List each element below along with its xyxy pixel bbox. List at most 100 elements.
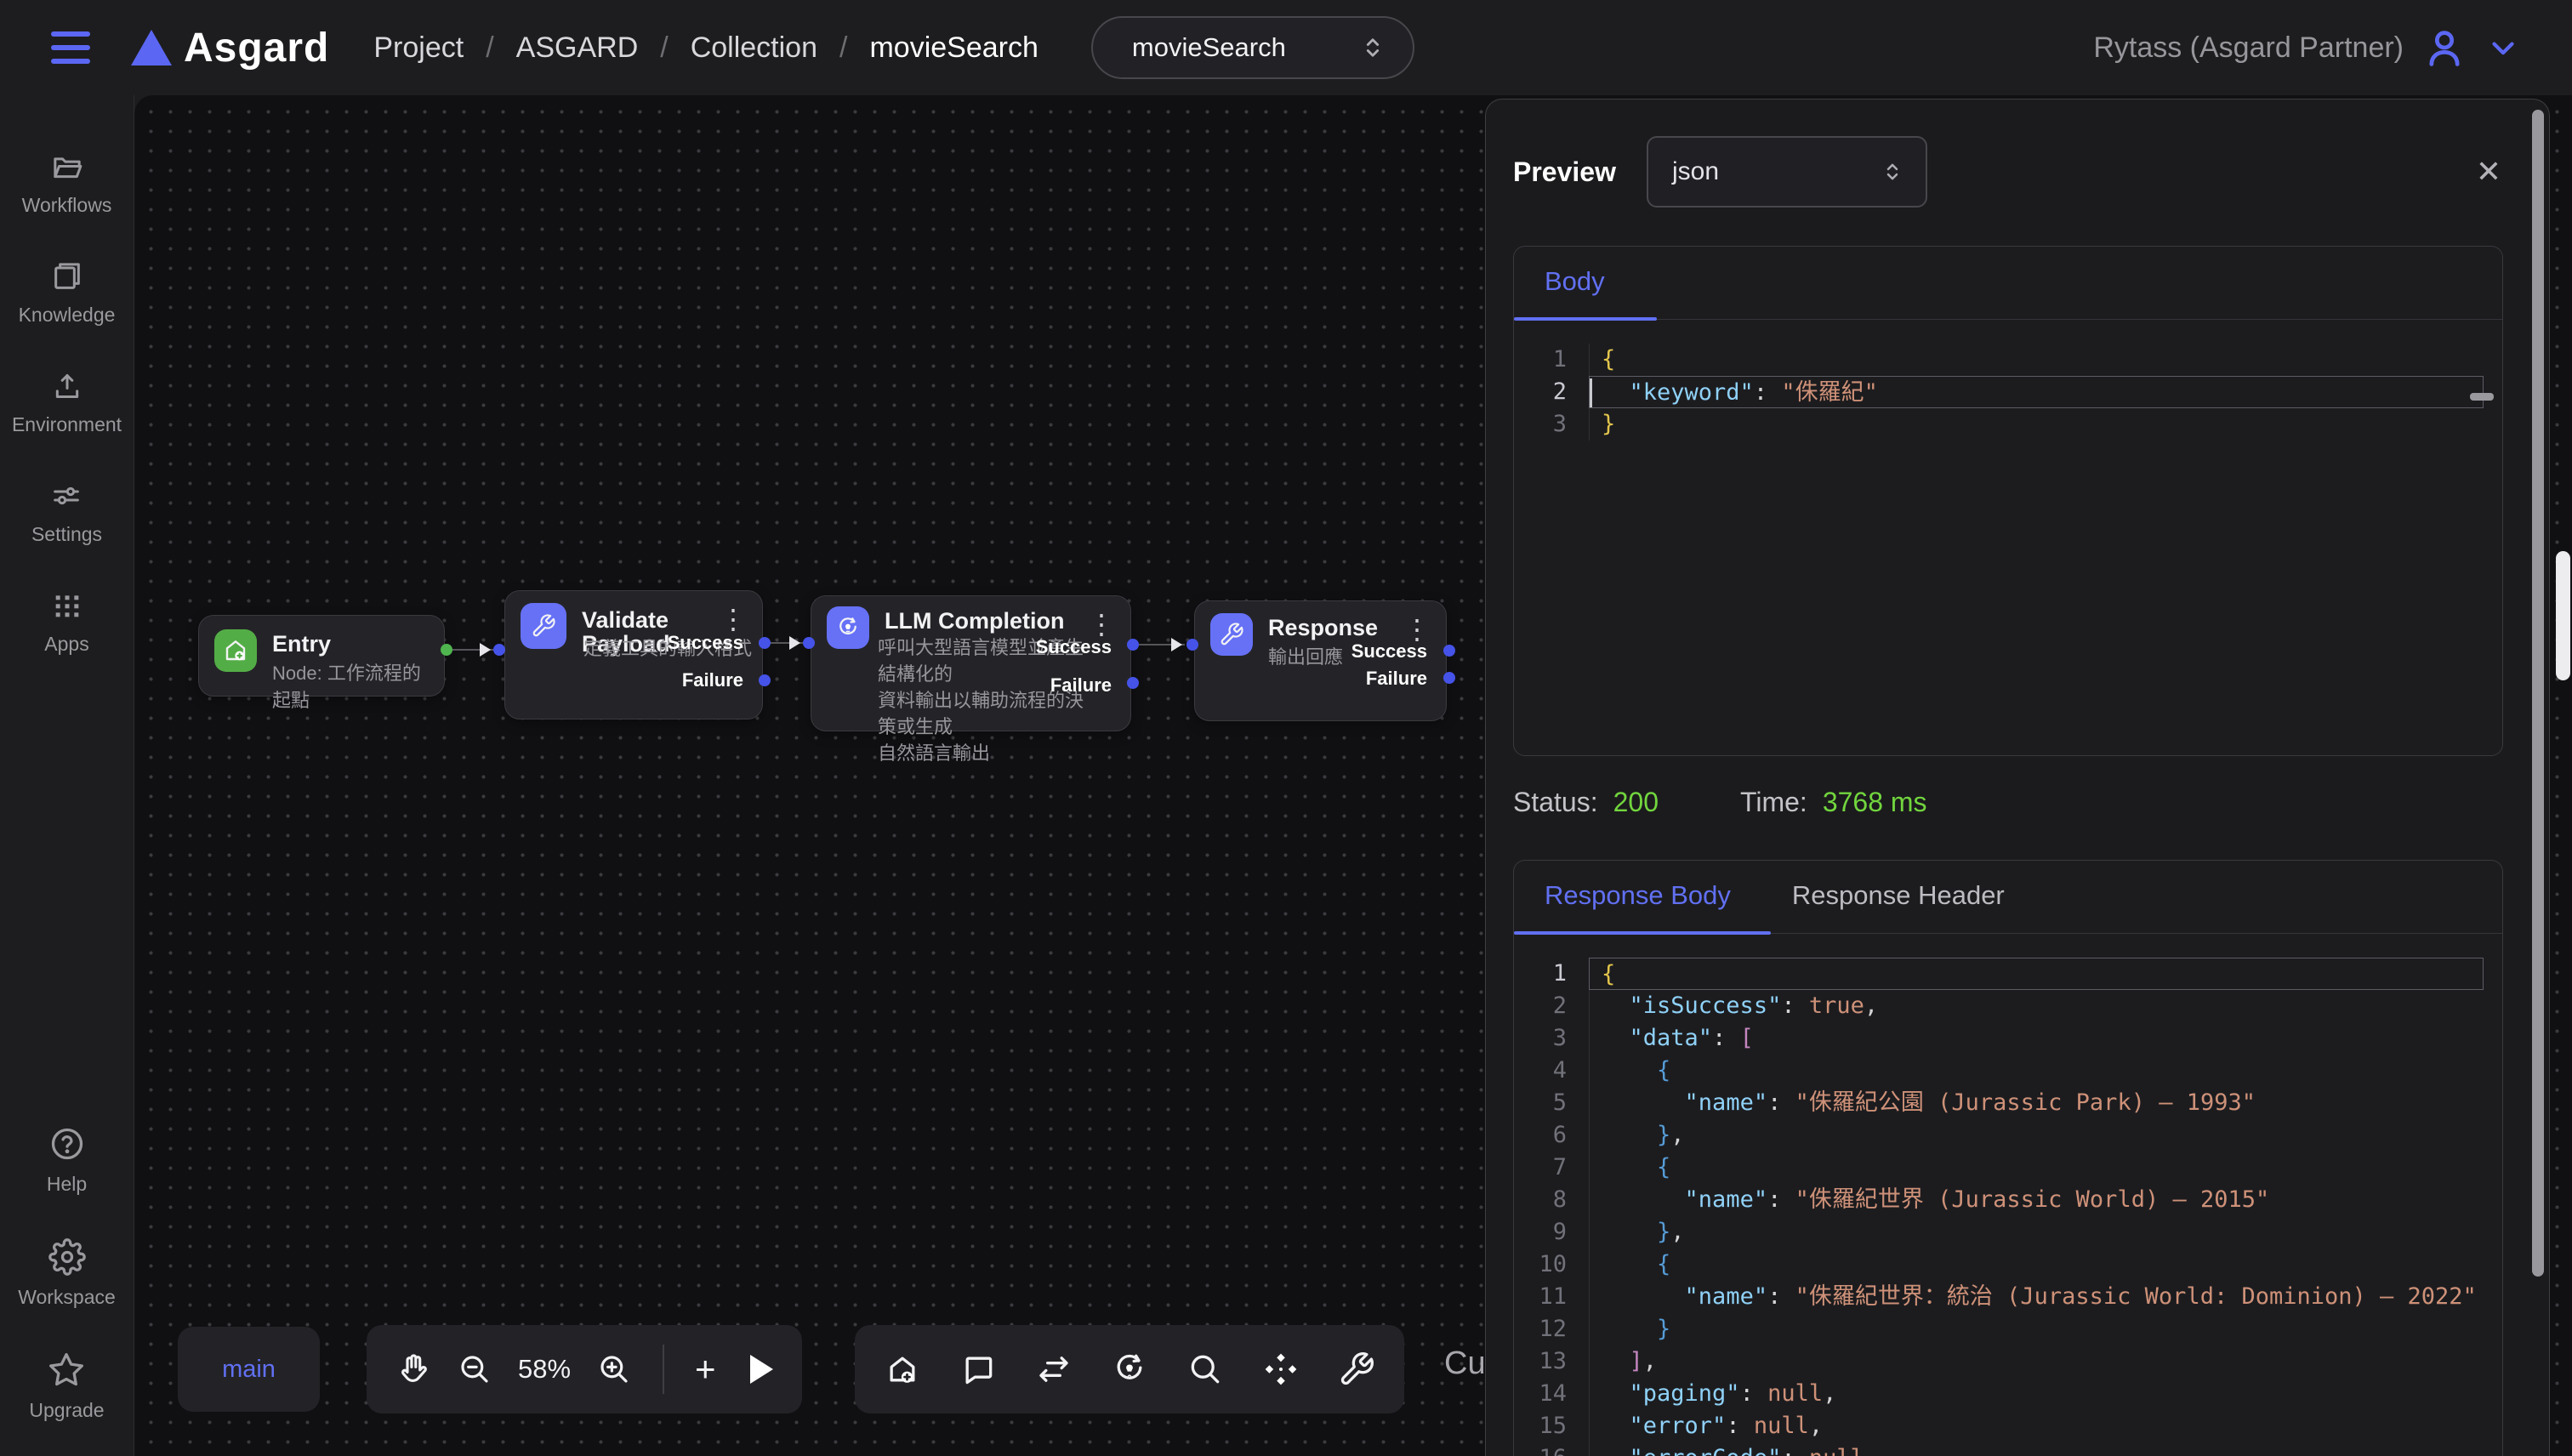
code-token: , xyxy=(1809,1413,1823,1439)
sidebar-item-upgrade[interactable]: Upgrade xyxy=(29,1351,104,1422)
code-line[interactable]: 2 "isSuccess": true, xyxy=(1514,990,2502,1022)
user-avatar-icon[interactable] xyxy=(2422,26,2467,70)
breadcrumb-moviesearch[interactable]: movieSearch xyxy=(869,31,1038,65)
code-token: : xyxy=(1726,1413,1754,1439)
line-content: { xyxy=(1589,958,2484,990)
tab-response-body[interactable]: Response Body xyxy=(1514,880,1761,933)
editor-scroll-marker[interactable] xyxy=(2470,393,2494,401)
sidebar-item-knowledge[interactable]: Knowledge xyxy=(19,259,116,327)
code-line[interactable]: 6 }, xyxy=(1514,1119,2502,1152)
add-node-button[interactable]: + xyxy=(695,1351,716,1387)
breadcrumb-separator: / xyxy=(839,31,847,65)
code-line[interactable]: 2 "keyword": "侏羅紀" xyxy=(1514,376,2502,408)
sidebar-item-environment[interactable]: Environment xyxy=(12,369,122,436)
code-line[interactable]: 14 "paging": null, xyxy=(1514,1378,2502,1410)
breadcrumb-asgard[interactable]: ASGARD xyxy=(516,31,639,65)
text-cursor xyxy=(1590,378,1592,407)
user-name: Rytass (Asgard Partner) xyxy=(2093,31,2404,65)
sidebar-item-label: Apps xyxy=(44,633,88,656)
code-token: } xyxy=(1657,1316,1670,1342)
llm-input-port[interactable] xyxy=(803,637,815,649)
code-token: null xyxy=(1767,1380,1823,1407)
code-token: { xyxy=(1657,1057,1670,1083)
branch-button[interactable]: main xyxy=(178,1327,320,1412)
sidebar-item-settings[interactable]: Settings xyxy=(31,479,102,546)
validate-success-port[interactable] xyxy=(759,637,771,649)
node-response[interactable]: Response 輸出回應 ⋮ Success Failure xyxy=(1194,600,1447,721)
response-body-editor[interactable]: 1{2 "isSuccess": true,3 "data": [4 {5 "n… xyxy=(1514,934,2502,1456)
entry-output-port[interactable] xyxy=(441,644,452,656)
sidebar-item-label: Workflows xyxy=(22,194,112,217)
code-token: , xyxy=(1643,1348,1657,1374)
response-input-port[interactable] xyxy=(1186,639,1198,651)
node-validate-payload[interactable]: Validate Payload ⋮ 定義工具的輸入格式 Success Fai… xyxy=(504,590,763,719)
validate-input-port[interactable] xyxy=(493,644,505,656)
code-line[interactable]: 3} xyxy=(1514,408,2502,441)
tab-response-header[interactable]: Response Header xyxy=(1761,880,2035,933)
node-llm-completion[interactable]: LLM Completion ⋮ 呼叫大型語言模型並產生結構化的 資料輸出以輔助… xyxy=(811,595,1131,731)
line-content: }, xyxy=(1589,1216,2484,1248)
window-scrollbar-thumb[interactable] xyxy=(2556,551,2570,680)
breadcrumb-separator: / xyxy=(660,31,668,65)
code-token: "error" xyxy=(1630,1413,1727,1439)
panel-scrollbar[interactable] xyxy=(2532,110,2544,1277)
sidebar-item-help[interactable]: Help xyxy=(47,1125,87,1196)
code-line[interactable]: 4 { xyxy=(1514,1055,2502,1087)
line-content: { xyxy=(1589,1248,2484,1281)
time-label: Time: xyxy=(1740,787,1807,818)
validate-failure-port[interactable] xyxy=(759,674,771,686)
code-line[interactable]: 13 ], xyxy=(1514,1345,2502,1378)
line-number: 14 xyxy=(1514,1378,1567,1410)
sidebar-item-workflows[interactable]: Workflows xyxy=(22,150,112,217)
llm-success-port[interactable] xyxy=(1127,639,1139,651)
code-line[interactable]: 5 "name": "侏羅紀公園 (Jurassic Park) – 1993" xyxy=(1514,1087,2502,1119)
line-number: 2 xyxy=(1514,376,1567,408)
zoom-out-icon[interactable] xyxy=(457,1351,492,1387)
code-line[interactable]: 11 "name": "侏羅紀世界：統治 (Jurassic World: Do… xyxy=(1514,1281,2502,1313)
response-failure-port[interactable] xyxy=(1443,672,1455,684)
tab-body[interactable]: Body xyxy=(1514,266,1636,319)
swap-connections-icon[interactable] xyxy=(1035,1351,1073,1388)
user-menu-chevron-icon[interactable] xyxy=(2485,30,2521,65)
code-token: { xyxy=(1602,961,1615,987)
breadcrumb-collection[interactable]: Collection xyxy=(691,31,817,65)
llm-tool-icon[interactable] xyxy=(1111,1351,1148,1388)
code-token: "errorCode" xyxy=(1630,1445,1782,1456)
code-line[interactable]: 7 { xyxy=(1514,1152,2502,1184)
code-line[interactable]: 1{ xyxy=(1514,958,2502,990)
code-line[interactable]: 12 } xyxy=(1514,1313,2502,1345)
run-workflow-button[interactable] xyxy=(750,1355,773,1384)
code-token: "data" xyxy=(1630,1025,1713,1051)
code-line[interactable]: 1{ xyxy=(1514,344,2502,376)
code-line[interactable]: 3 "data": [ xyxy=(1514,1022,2502,1055)
sidebar-item-workspace[interactable]: Workspace xyxy=(18,1238,116,1309)
comment-tool-icon[interactable] xyxy=(959,1351,997,1388)
code-line[interactable]: 8 "name": "侏羅紀世界 (Jurassic World) – 2015… xyxy=(1514,1184,2502,1216)
wrench-tool-icon[interactable] xyxy=(1338,1351,1375,1388)
wire-arrowhead xyxy=(1171,638,1182,651)
breadcrumb-project[interactable]: Project xyxy=(373,31,464,65)
node-menu-icon[interactable]: ⋮ xyxy=(720,603,747,635)
code-line[interactable]: 15 "error": null, xyxy=(1514,1410,2502,1442)
response-success-port[interactable] xyxy=(1443,645,1455,657)
format-selector[interactable]: json xyxy=(1647,136,1927,208)
code-line[interactable]: 10 { xyxy=(1514,1248,2502,1281)
pan-hand-icon[interactable] xyxy=(395,1351,431,1387)
sidebar-item-apps[interactable]: Apps xyxy=(44,589,88,656)
zoom-toolbar: 58% + xyxy=(367,1325,802,1413)
format-selector-value: json xyxy=(1672,157,1719,186)
code-line[interactable]: 16 "errorCode": null xyxy=(1514,1442,2502,1456)
workflow-selector[interactable]: movieSearch xyxy=(1091,16,1414,79)
code-line[interactable]: 9 }, xyxy=(1514,1216,2502,1248)
request-body-editor[interactable]: 1{2 "keyword": "侏羅紀"3} xyxy=(1514,320,2502,441)
menu-icon[interactable] xyxy=(51,31,90,64)
llm-failure-port[interactable] xyxy=(1127,677,1139,689)
line-number: 3 xyxy=(1514,408,1567,441)
zoom-in-icon[interactable] xyxy=(596,1351,632,1387)
code-token: { xyxy=(1657,1154,1670,1180)
search-tool-icon[interactable] xyxy=(1186,1351,1224,1388)
node-entry[interactable]: Entry Node: 工作流程的起點 xyxy=(198,615,445,697)
align-diamond-icon[interactable] xyxy=(1262,1351,1300,1388)
entry-node-tool-icon[interactable] xyxy=(884,1351,921,1388)
close-icon[interactable]: ✕ xyxy=(2476,154,2501,190)
